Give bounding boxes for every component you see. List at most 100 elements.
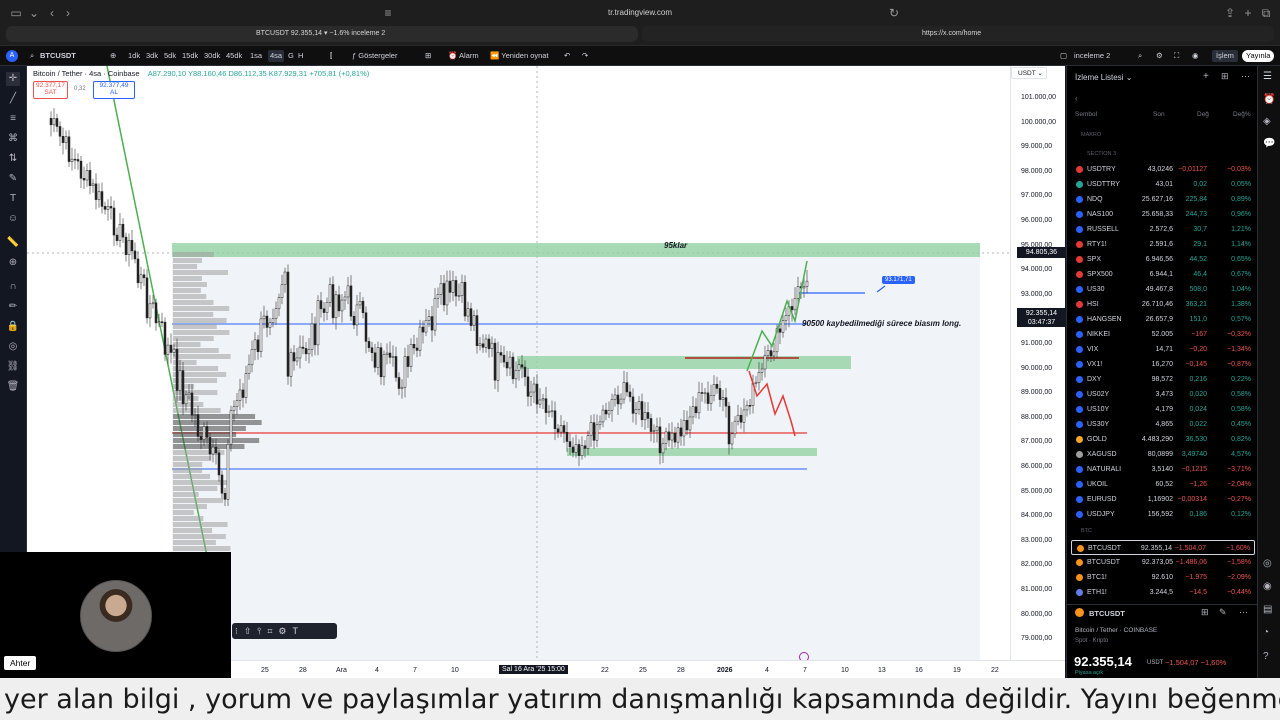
interval-H[interactable]: H	[298, 50, 303, 62]
camera-icon[interactable]: ◉	[1192, 50, 1199, 62]
watchlist-row-dxy[interactable]: DXY 98,572 0,216 0,22%	[1071, 372, 1255, 387]
watchlist-row-naturali[interactable]: NATURALI 3,5140 −0,1215 −3,71%	[1071, 462, 1255, 477]
watchlist-row-eth1[interactable]: ETH1! 3.244,5 −14,5 −0,44%	[1071, 585, 1255, 600]
lock-icon[interactable]: 🔒	[6, 320, 20, 334]
help-icon[interactable]: ?	[1263, 651, 1269, 662]
tab-x[interactable]: https://x.com/home	[642, 26, 1274, 42]
interval-3dk[interactable]: 3dk	[146, 50, 158, 62]
buy-button[interactable]: 92.377,49 AL	[93, 81, 135, 99]
sell-button[interactable]: 92.377,17 SAT	[33, 81, 68, 99]
undo-icon[interactable]: ↶	[564, 50, 570, 62]
settings-icon[interactable]: ⚙	[1156, 50, 1163, 62]
profile-avatar[interactable]: A	[6, 50, 18, 62]
watchlist-row-usdttry[interactable]: USDTTRY 43,01 0,02 0,05%	[1071, 177, 1255, 192]
tab-tradingview[interactable]: BTCUSDT 92.355,14 ▾ −1.6% inceleme 2	[6, 26, 638, 42]
add-symbol-icon[interactable]: +	[1203, 71, 1209, 82]
more-icon[interactable]: ⋯	[1241, 71, 1250, 82]
chevron-down-icon[interactable]: ⌄	[26, 6, 42, 20]
price-axis[interactable]: 101.000,00 100.000,00 99.000,00 98.000,00 97…	[1010, 66, 1066, 678]
layers-icon[interactable]: ◈	[1263, 116, 1271, 127]
quick-search-icon[interactable]: ⌕	[1138, 50, 1142, 62]
watchlist-row-btcusdt[interactable]: BTCUSDT 92.355,14 −1.504,07 −1,60%	[1071, 540, 1255, 555]
reload-icon[interactable]: ↻	[886, 6, 902, 20]
watchlist-row-us30y[interactable]: US30Y 4,865 0,022 0,45%	[1071, 417, 1255, 432]
currency-select[interactable]: USDT ⌄	[1011, 67, 1047, 79]
interval-G[interactable]: G	[288, 50, 294, 62]
ideas-icon[interactable]: ◎	[1263, 558, 1272, 569]
alarm-button[interactable]: ⏰ Alarm	[448, 50, 479, 62]
watchlist-row-usdjpy[interactable]: USDJPY 156,592 0,186 0,12%	[1071, 507, 1255, 522]
symbol-search[interactable]: BTCUSDT	[40, 50, 76, 62]
interval-1sa[interactable]: 1sa	[250, 50, 262, 62]
compare-icon[interactable]: ⊕	[110, 50, 116, 62]
sidebar-toggle-icon[interactable]: ▭	[8, 6, 24, 20]
watchlist-row-russell[interactable]: RUSSELL 2.572,6 30,7 1,21%	[1071, 222, 1255, 237]
section-macro[interactable]: MAKRO	[1081, 132, 1101, 138]
watchlist-row-us30[interactable]: US30 49.467,8 508,0 1,04%	[1071, 282, 1255, 297]
details-edit-icon[interactable]: ✎	[1219, 607, 1227, 618]
magnet-icon[interactable]: ∩	[6, 280, 20, 294]
layout-name[interactable]: inceleme 2	[1074, 50, 1110, 62]
alerts-icon[interactable]: ⏰	[1263, 94, 1275, 105]
interval-30dk[interactable]: 30dk	[204, 50, 220, 62]
pattern-icon[interactable]: ⌘	[6, 132, 20, 146]
replay-button[interactable]: ⏪ Yeniden oynat	[490, 50, 549, 62]
watchlist-row-vx1[interactable]: VX1! 16,270 −0,145 −0,87%	[1071, 357, 1255, 372]
eye-icon[interactable]: ◎	[6, 340, 20, 354]
interval-15dk[interactable]: 15dk	[182, 50, 198, 62]
watchlist-row-eurusd[interactable]: EURUSD 1,16902 −0,00314 −0,27%	[1071, 492, 1255, 507]
brush-icon[interactable]: ✎	[6, 172, 20, 186]
layout-icon[interactable]: ▢	[1060, 50, 1067, 62]
section-3[interactable]: SECTION 3	[1087, 151, 1116, 157]
collapse-icon[interactable]: ‹	[1075, 94, 1078, 103]
watchlist-row-vix[interactable]: VIX 14,71 −0,20 −1,34%	[1071, 342, 1255, 357]
layouts-icon[interactable]: ⊞	[425, 50, 431, 62]
watchlist-row-nikkei[interactable]: NIKKEI 52.005 −167 −0,32%	[1071, 327, 1255, 342]
watchlist-icon[interactable]: ☰	[1263, 71, 1272, 82]
watchlist-row-spx500[interactable]: SPX500 6.944,1 46,4 0,67%	[1071, 267, 1255, 282]
watchlist-row-nas100[interactable]: NAS100 25.658,33 244,73 0,96%	[1071, 207, 1255, 222]
section-btc[interactable]: BTC	[1081, 528, 1092, 534]
share-icon[interactable]: ⇪	[1222, 6, 1238, 20]
interval-1dk[interactable]: 1dk	[128, 50, 140, 62]
calendar-icon[interactable]: ▤	[1263, 604, 1272, 615]
address-bar[interactable]: tr.tradingview.com	[400, 5, 880, 21]
back-icon[interactable]: ‹	[44, 6, 60, 20]
prediction-icon[interactable]: ⇅	[6, 152, 20, 166]
interval-4sa[interactable]: 4sa	[268, 50, 285, 62]
details-grid-icon[interactable]: ⊞	[1201, 607, 1209, 618]
forward-icon[interactable]: ›	[60, 6, 76, 20]
publish-button[interactable]: Yayınla	[1242, 50, 1275, 62]
cursor-icon[interactable]: ✛	[6, 72, 20, 86]
interval-5dk[interactable]: 5dk	[164, 50, 176, 62]
watchlist-row-btc1[interactable]: BTC1! 92.610 −1.975 −2,09%	[1071, 570, 1255, 585]
fullscreen-icon[interactable]: ⛶	[1174, 50, 1179, 62]
watchlist-row-us10y[interactable]: US10Y 4,179 0,024 0,58%	[1071, 402, 1255, 417]
advanced-view-icon[interactable]: ⊞	[1221, 71, 1229, 82]
zoom-icon[interactable]: ⊕	[6, 256, 20, 270]
details-symbol[interactable]: BTCUSDT	[1089, 609, 1125, 618]
watchlist-row-gold[interactable]: GOLD 4.483,290 36,530 0,82%	[1071, 432, 1255, 447]
watchlist-row-ndq[interactable]: NDQ 25.627,16 225,84 0,89%	[1071, 192, 1255, 207]
tab-overview-icon[interactable]: ⧉	[1258, 6, 1274, 20]
notifications-icon[interactable]: ◔	[1263, 627, 1269, 638]
chart-type-icon[interactable]: ⫿	[330, 50, 332, 62]
watchlist-row-spx[interactable]: SPX 6.946,56 44,52 0,65%	[1071, 252, 1255, 267]
watchlist-row-ukoil[interactable]: UKOIL 60,52 −1,26 −2,04%	[1071, 477, 1255, 492]
ruler-icon[interactable]: 📏	[6, 236, 20, 250]
lock-draw-icon[interactable]: ✏	[6, 300, 20, 314]
watchlist-row-btcusdt[interactable]: BTCUSDT 92.373,05 −1.486,06 −1,58%	[1071, 555, 1255, 570]
watchlist-title[interactable]: İzleme Listesi ⌄	[1075, 73, 1132, 82]
link-icon[interactable]: ⛓	[6, 360, 20, 374]
text-icon[interactable]: T	[6, 192, 20, 206]
scripts-icon[interactable]: ◉	[1263, 581, 1272, 592]
drawing-float-toolbar[interactable]: ⁝⇧⫯⌗⚙T	[232, 623, 337, 639]
search-icon[interactable]: ⌕	[30, 50, 34, 62]
watchlist-row-hangsen[interactable]: HANGSEN 26.657,9 151,0 0,57%	[1071, 312, 1255, 327]
watchlist-row-usdtry[interactable]: USDTRY 43,0246 −0,01127 −0,03%	[1071, 162, 1255, 177]
indicators-button[interactable]: ƒ Göstergeler	[352, 50, 397, 62]
details-more-icon[interactable]: ⋯	[1239, 607, 1248, 618]
watchlist-row-us02y[interactable]: US02Y 3,473 0,020 0,58%	[1071, 387, 1255, 402]
trash-icon[interactable]: 🗑	[6, 380, 20, 394]
trade-button[interactable]: İşlem	[1212, 50, 1238, 62]
